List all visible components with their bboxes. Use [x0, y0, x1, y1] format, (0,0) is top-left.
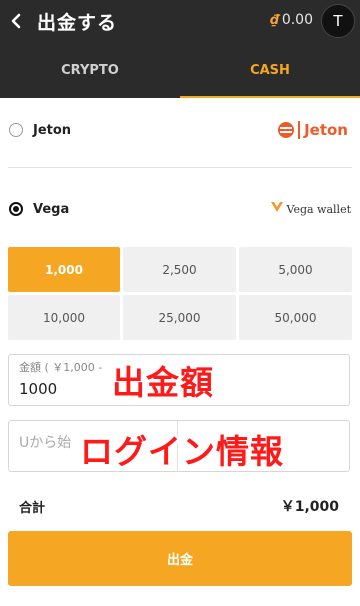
amount-option-1000[interactable]: 1,000 [8, 247, 120, 292]
vega-logo: Vega wallet [270, 201, 351, 217]
balance-display: ₫ 0.00 [270, 12, 313, 28]
tab-crypto[interactable]: CRYPTO [0, 42, 180, 98]
radio-jeton[interactable] [9, 123, 23, 137]
chevron-left-icon [11, 13, 21, 29]
jeton-logo: Jeton [278, 121, 348, 139]
jeton-logo-text: Jeton [298, 121, 348, 139]
method-vega[interactable]: Vega Vega wallet [0, 181, 360, 237]
amount-field-label: 金額 ( ￥1,000 - [19, 361, 103, 374]
amount-option-25000[interactable]: 25,000 [123, 295, 236, 340]
vega-logo-text: Vega wallet [286, 202, 351, 216]
method-jeton[interactable]: Jeton Jeton [0, 102, 360, 158]
method-vega-label: Vega [33, 201, 70, 217]
tab-cash[interactable]: CASH [180, 42, 360, 98]
amount-annotation: 出金額 [112, 363, 214, 402]
vega-logo-icon [270, 201, 284, 217]
total-label: 合計 [19, 501, 46, 516]
withdraw-button[interactable]: 出金 [8, 531, 352, 586]
radio-vega[interactable] [9, 202, 23, 216]
page-title: 出金する [37, 12, 118, 34]
back-button[interactable] [6, 7, 28, 35]
method-jeton-label: Jeton [33, 122, 72, 138]
avatar[interactable]: T [321, 4, 355, 38]
payment-tabs: CRYPTO CASH [0, 42, 360, 98]
amount-option-2500[interactable]: 2,500 [123, 247, 236, 292]
currency-icon: ₫ [269, 12, 279, 28]
login-annotation: ログイン情報 [80, 432, 284, 471]
amount-option-50000[interactable]: 50,000 [239, 295, 352, 340]
divider [8, 167, 352, 168]
amount-grid: 1,000 2,500 5,000 10,000 25,000 50,000 [8, 247, 352, 340]
app-header: 出金する ₫ 0.00 T [0, 0, 360, 42]
jeton-logo-icon [278, 122, 295, 138]
total-value: ￥1,000 [280, 499, 339, 515]
amount-option-5000[interactable]: 5,000 [239, 247, 352, 292]
balance-value: 0.00 [281, 12, 313, 28]
amount-option-10000[interactable]: 10,000 [8, 295, 120, 340]
